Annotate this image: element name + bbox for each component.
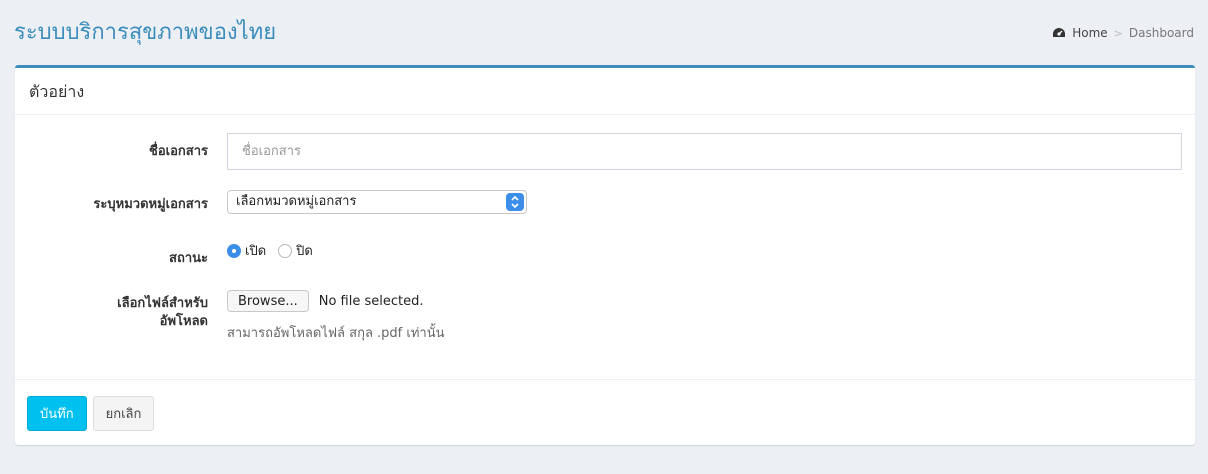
updown-chevron-icon bbox=[506, 193, 524, 211]
breadcrumb-separator: > bbox=[1113, 26, 1123, 40]
form-card: ตัวอย่าง ชื่อเอกสาร ระบุหมวดหมู่เอกสาร เ… bbox=[15, 65, 1195, 445]
page-title: ระบบบริการสุขภาพของไทย bbox=[14, 20, 277, 45]
breadcrumb: Home > Dashboard bbox=[1052, 26, 1194, 40]
category-select-value: เลือกหมวดหมู่เอกสาร bbox=[236, 194, 357, 209]
browse-button[interactable]: Browse... bbox=[227, 290, 309, 312]
dashboard-icon bbox=[1052, 27, 1066, 39]
doc-name-input[interactable] bbox=[227, 133, 1182, 170]
upload-label-line2: อัพโหลด bbox=[159, 314, 208, 329]
status-closed-label[interactable]: ปิด bbox=[296, 240, 313, 261]
status-label: สถานะ bbox=[169, 251, 208, 266]
status-radio-group: เปิด ปิด bbox=[227, 240, 321, 261]
cancel-button[interactable]: ยกเลิก bbox=[92, 396, 155, 431]
upload-help-text: สามารถอัพโหลดไฟล์ สกุล .pdf เท่านั้น bbox=[227, 326, 445, 341]
save-button[interactable]: บันทึก bbox=[27, 396, 87, 431]
page: ระบบบริการสุขภาพของไทย Home > Dashboard … bbox=[0, 0, 1208, 474]
file-picker: Browse... No file selected. bbox=[227, 290, 444, 312]
category-label: ระบุหมวดหมู่เอกสาร bbox=[93, 197, 208, 212]
upload-label: เลือกไฟล์สำหรับ อัพโหลด bbox=[15, 295, 208, 331]
breadcrumb-current: Dashboard bbox=[1128, 26, 1194, 40]
upload-label-line1: เลือกไฟล์สำหรับ bbox=[117, 296, 208, 311]
card-title: ตัวอย่าง bbox=[15, 68, 1195, 115]
status-open-radio[interactable] bbox=[227, 243, 241, 258]
status-closed-radio[interactable] bbox=[278, 243, 293, 258]
breadcrumb-home-link[interactable]: Home bbox=[1072, 26, 1107, 40]
doc-name-label: ชื่อเอกสาร bbox=[149, 144, 208, 159]
file-status: No file selected. bbox=[318, 293, 424, 309]
card-footer: บันทึก ยกเลิก bbox=[15, 379, 1195, 445]
category-select[interactable]: เลือกหมวดหมู่เอกสาร bbox=[227, 190, 527, 214]
status-open-label[interactable]: เปิด bbox=[245, 240, 266, 261]
